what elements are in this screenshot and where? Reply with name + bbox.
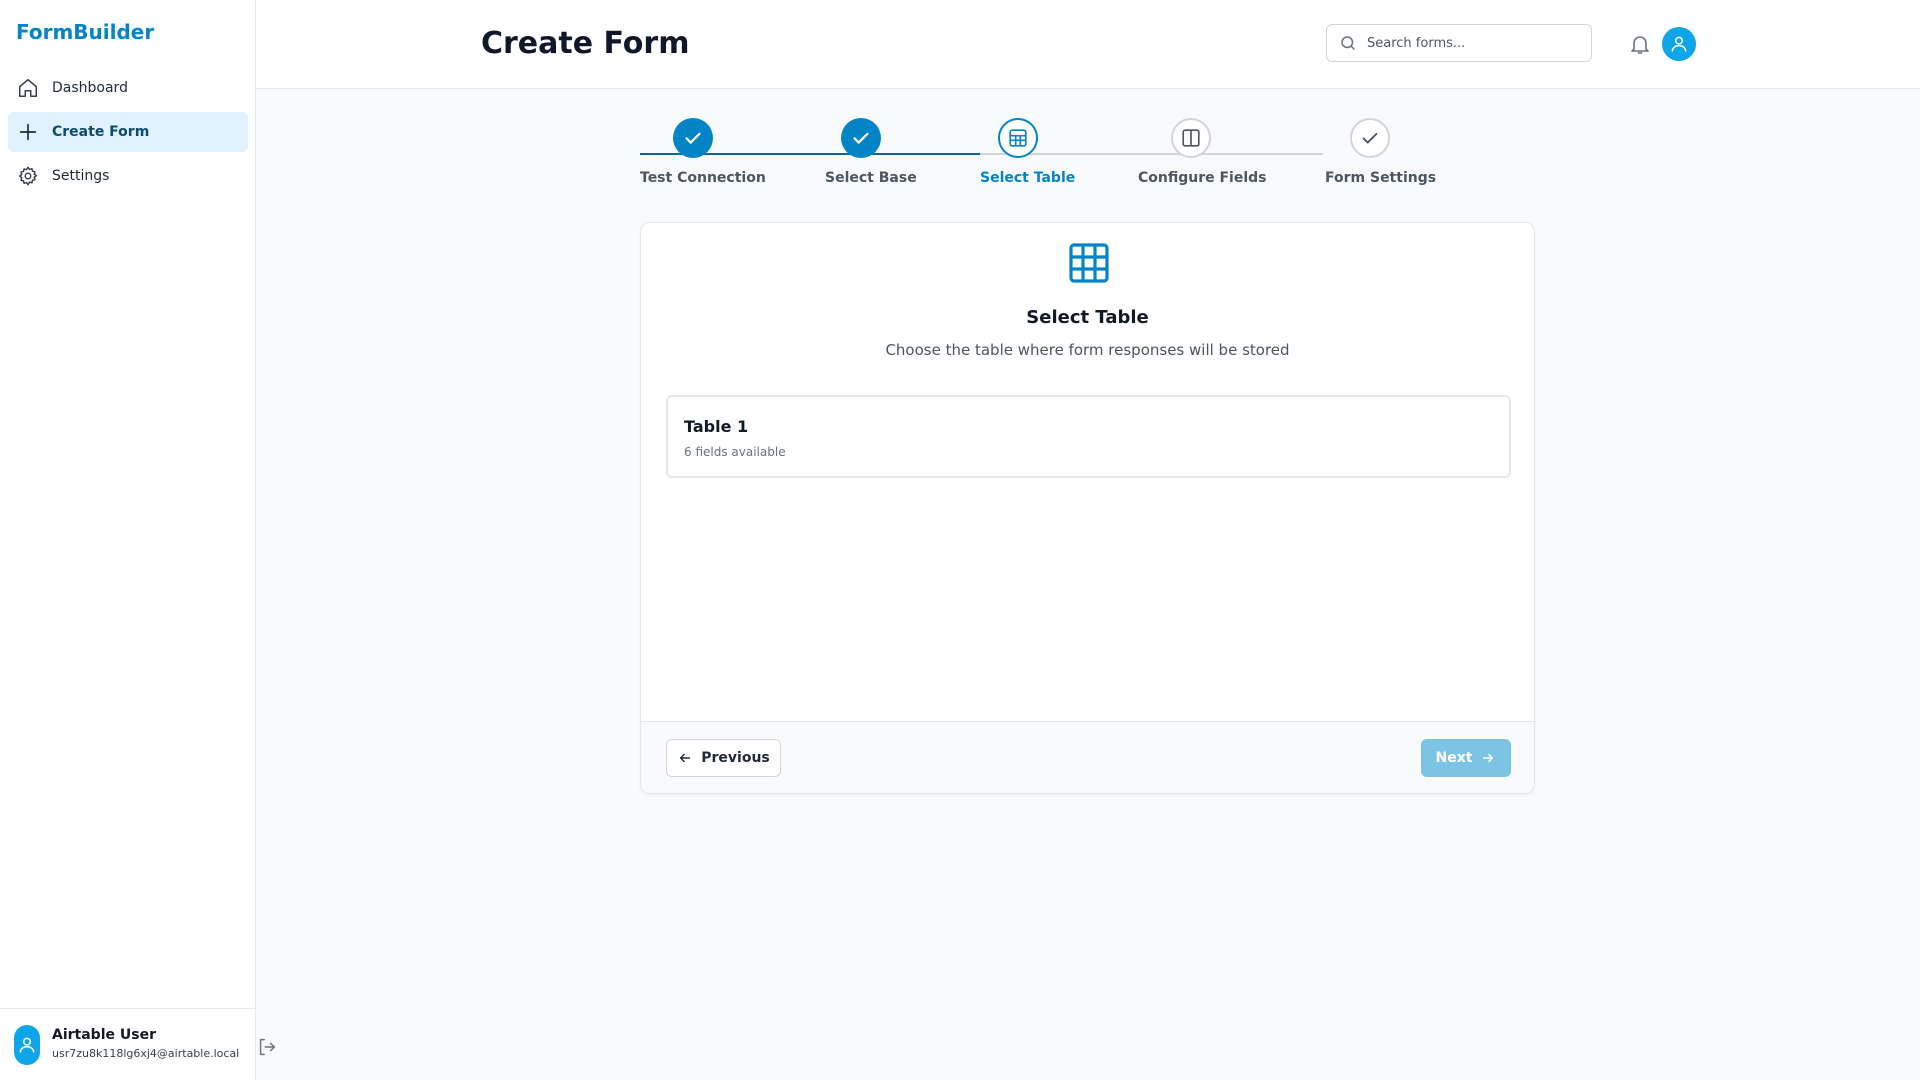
sidebar-item-label: Create Form — [52, 124, 150, 140]
table-option-table-1[interactable]: Table 1 6 fields available — [666, 395, 1511, 478]
plus-icon — [16, 120, 40, 144]
next-button-label: Next — [1435, 750, 1473, 766]
step-label: Configure Fields — [1138, 170, 1267, 186]
avatar[interactable] — [14, 1025, 40, 1065]
previous-button[interactable]: Previous — [666, 739, 781, 777]
columns-icon — [1182, 129, 1200, 147]
step-label: Select Table — [980, 170, 1076, 186]
search-icon — [1337, 32, 1359, 54]
step-complete-indicator — [841, 118, 881, 158]
step-upcoming-indicator — [1350, 118, 1390, 158]
sidebar-item-settings[interactable]: Settings — [8, 156, 248, 196]
step-connector — [980, 153, 1323, 155]
search-box[interactable] — [1326, 24, 1592, 62]
user-email: usr7zu8k118lg6xj4@airtable.local — [52, 1047, 240, 1060]
user-avatar-button[interactable] — [1662, 27, 1696, 61]
step-label: Test Connection — [640, 170, 766, 186]
table-name: Table 1 — [684, 417, 749, 436]
progress-stepper: Test Connection Select Base Select Table… — [640, 118, 1436, 198]
home-icon — [16, 76, 40, 100]
sidebar-item-dashboard[interactable]: Dashboard — [8, 68, 248, 108]
arrow-right-icon — [1480, 750, 1496, 766]
step-label: Select Base — [825, 170, 917, 186]
card-subtitle: Choose the table where form responses wi… — [885, 341, 1290, 359]
arrow-left-icon — [677, 750, 693, 766]
logout-icon[interactable] — [256, 1036, 278, 1058]
check-icon — [1362, 132, 1378, 144]
table-icon — [1067, 241, 1111, 285]
sidebar: FormBuilder Dashboard Create Form Settin… — [0, 0, 276, 1080]
search-input[interactable] — [1367, 35, 1567, 51]
sidebar-item-label: Dashboard — [52, 80, 128, 96]
user-name: Airtable User — [52, 1027, 156, 1043]
bell-icon[interactable] — [1628, 32, 1652, 56]
step-current-indicator — [998, 118, 1038, 158]
top-header: Create Form — [256, 0, 1920, 89]
check-icon — [685, 132, 701, 144]
user-icon — [1671, 36, 1687, 52]
sidebar-item-label: Settings — [52, 168, 110, 184]
card-title: Select Table — [1026, 307, 1149, 328]
card-footer: Previous Next — [641, 721, 1534, 793]
next-button[interactable]: Next — [1421, 739, 1511, 777]
select-table-card: Select Table Choose the table where form… — [640, 222, 1535, 794]
previous-button-label: Previous — [701, 750, 770, 766]
brand-logo[interactable]: FormBuilder — [16, 20, 154, 44]
page-title: Create Form — [481, 26, 690, 61]
step-upcoming-indicator — [1171, 118, 1211, 158]
table-icon — [1009, 129, 1027, 147]
table-fields-count: 6 fields available — [684, 445, 786, 459]
step-label: Form Settings — [1325, 170, 1437, 186]
step-complete-indicator — [673, 118, 713, 158]
gear-icon — [16, 164, 40, 188]
sidebar-nav: Dashboard Create Form Settings — [8, 68, 248, 200]
check-icon — [853, 132, 869, 144]
user-panel: Airtable User usr7zu8k118lg6xj4@airtable… — [0, 1008, 256, 1080]
sidebar-item-create-form[interactable]: Create Form — [8, 112, 248, 152]
